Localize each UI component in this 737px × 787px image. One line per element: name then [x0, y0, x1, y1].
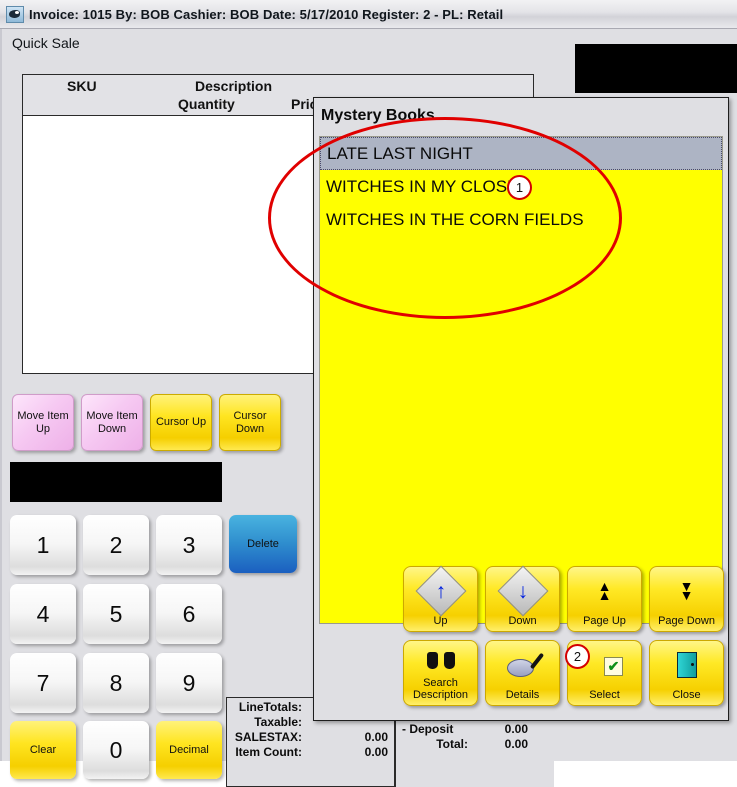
column-header-sku: SKU — [67, 78, 97, 94]
button-label: Page Down — [658, 614, 715, 627]
key-label: 3 — [182, 531, 196, 558]
details-button[interactable]: Details — [485, 640, 560, 706]
totals-row: - Deposit 0.00 — [396, 722, 554, 737]
keypad-key-8[interactable]: 8 — [83, 653, 149, 713]
totals-row: Total: 0.00 — [396, 737, 554, 752]
button-label: Page Up — [583, 614, 626, 627]
key-label: 7 — [36, 669, 50, 696]
keypad-clear-button[interactable]: Clear — [10, 721, 76, 779]
list-item-label: WITCHES IN MY CLOSET — [326, 176, 529, 196]
totals-value: 0.00 — [504, 722, 528, 736]
keypad-key-5[interactable]: 5 — [83, 584, 149, 644]
list-item-label: LATE LAST NIGHT — [327, 143, 473, 163]
arrow-down-icon: ↓ — [486, 565, 559, 617]
key-label: 1 — [36, 531, 50, 558]
cursor-down-button[interactable]: Cursor Down — [219, 394, 281, 451]
list-item[interactable]: WITCHES IN THE CORN FIELDS — [320, 203, 722, 236]
button-label: Cursor Up — [155, 416, 207, 429]
totals-label: Total: — [436, 737, 468, 751]
key-label: Clear — [29, 744, 57, 756]
totals-label: SALESTAX: — [234, 730, 302, 744]
list-item-label: WITCHES IN THE CORN FIELDS — [326, 209, 584, 229]
key-label: 8 — [109, 669, 123, 696]
close-button[interactable]: Close — [649, 640, 724, 706]
keypad-delete-button[interactable]: Delete — [229, 515, 297, 573]
keypad-key-3[interactable]: 3 — [156, 515, 222, 575]
search-description-button[interactable]: Search Description — [403, 640, 478, 706]
book-list[interactable]: LATE LAST NIGHT WITCHES IN MY CLOSET WIT… — [319, 136, 723, 624]
button-label: Details — [505, 688, 540, 701]
down-button[interactable]: ↓ Down — [485, 565, 560, 632]
keypad-key-6[interactable]: 6 — [156, 584, 222, 644]
totals-value: 0.00 — [504, 737, 528, 751]
magnifier-icon — [486, 641, 559, 689]
dialog-title: Mystery Books — [321, 107, 435, 124]
double-arrow-up-icon: ▲ ▲ — [597, 577, 612, 603]
up-button[interactable]: ↑ Up — [403, 565, 478, 632]
move-item-up-button[interactable]: Move Item Up — [12, 394, 74, 451]
page-up-button[interactable]: ▲ ▲ Page Up — [567, 566, 642, 632]
totals-row: SALESTAX: 0.00 — [227, 730, 394, 745]
key-label: 2 — [109, 531, 123, 558]
window-titlebar: Invoice: 1015 By: BOB Cashier: BOB Date:… — [0, 0, 737, 29]
move-item-down-button[interactable]: Move Item Down — [81, 394, 143, 451]
totals-label: LineTotals: — [238, 700, 302, 714]
button-label: Move Item Down — [86, 410, 138, 435]
client-area: Quick Sale SKU Description Quantity Pric… — [0, 29, 737, 787]
button-label: Move Item Up — [17, 410, 69, 435]
key-label: Delete — [247, 538, 279, 550]
totals-label: - Deposit — [402, 722, 454, 736]
page-down-button[interactable]: ▼ ▼ Page Down — [649, 566, 724, 632]
totals-value: 0.00 — [364, 730, 388, 744]
app-icon — [6, 5, 24, 23]
button-label-line2: Description — [412, 688, 469, 701]
button-label: Cursor Down — [233, 410, 267, 435]
totals-label: Taxable: — [254, 715, 302, 729]
entry-display — [10, 462, 222, 502]
key-label: Decimal — [169, 744, 209, 756]
totals-panel-right: - Deposit 0.00 Total: 0.00 — [394, 719, 554, 787]
totals-row: Item Count: 0.00 — [227, 745, 394, 760]
totals-value: 0.00 — [364, 745, 388, 759]
key-label: 4 — [36, 600, 50, 627]
key-label: 0 — [109, 736, 123, 763]
key-label: 6 — [182, 600, 196, 627]
keypad-key-7[interactable]: 7 — [10, 653, 76, 713]
button-label: Select — [589, 688, 620, 701]
key-label: 5 — [109, 600, 123, 627]
keypad-key-2[interactable]: 2 — [83, 515, 149, 575]
button-label: Close — [672, 688, 701, 701]
page-title: Quick Sale — [12, 35, 80, 51]
pos-application-window: Invoice: 1015 By: BOB Cashier: BOB Date:… — [0, 0, 737, 787]
binoculars-icon — [404, 641, 477, 677]
keypad-decimal-button[interactable]: Decimal — [156, 721, 222, 779]
list-item[interactable]: LATE LAST NIGHT — [320, 137, 722, 170]
column-header-quantity: Quantity — [178, 96, 235, 112]
door-exit-icon — [650, 641, 723, 689]
keypad-key-4[interactable]: 4 — [10, 584, 76, 644]
cursor-up-button[interactable]: Cursor Up — [150, 394, 212, 451]
keypad-key-1[interactable]: 1 — [10, 515, 76, 575]
double-arrow-down-icon: ▼ ▼ — [679, 577, 694, 603]
arrow-up-icon: ↑ — [404, 565, 477, 617]
button-label-line1: Search — [423, 676, 458, 689]
column-header-description: Description — [195, 78, 273, 94]
top-display-panel — [575, 44, 737, 93]
totals-label: Item Count: — [235, 745, 302, 759]
annotation-marker-1: 1 — [507, 175, 532, 200]
key-label: 9 — [182, 669, 196, 696]
window-title: Invoice: 1015 By: BOB Cashier: BOB Date:… — [29, 6, 504, 22]
keypad-key-0[interactable]: 0 — [83, 721, 149, 779]
annotation-marker-2: 2 — [565, 644, 590, 669]
keypad-key-9[interactable]: 9 — [156, 653, 222, 713]
